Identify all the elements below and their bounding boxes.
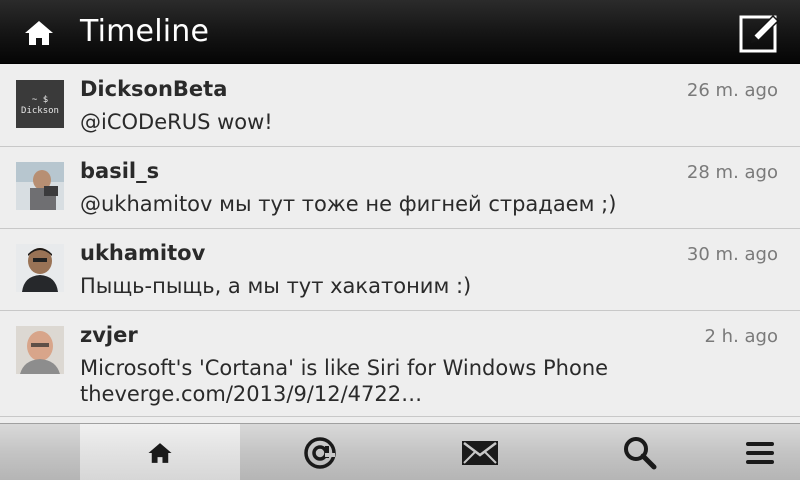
avatar[interactable]: ~ $ Dickson	[16, 80, 64, 128]
home-icon	[25, 21, 53, 45]
tab-mentions[interactable]	[240, 424, 400, 480]
search-icon	[624, 436, 657, 469]
header-home-button[interactable]	[22, 18, 56, 48]
tab-search[interactable]	[560, 424, 720, 480]
tweet-text-line: @iCODeRUS wow!	[80, 110, 273, 134]
tweet-text-line: @ukhamitov мы тут тоже не фигней страдае…	[80, 192, 617, 216]
svg-text:Dickson: Dickson	[21, 106, 59, 116]
list-item[interactable]: ~ $ Dickson DicksonBeta 26 m. ago @iCODe…	[0, 65, 800, 147]
svg-text:~ $: ~ $	[32, 95, 48, 105]
tab-menu[interactable]	[720, 424, 800, 480]
tweet-text: @iCODeRUS wow!	[80, 109, 770, 135]
tweet-link[interactable]: theverge.com/2013/9/12/4722…	[80, 381, 770, 407]
tweet-time: 2 h. ago	[704, 326, 779, 347]
tweet-author[interactable]: ukhamitov	[80, 240, 205, 266]
at-icon	[304, 436, 336, 469]
tab-home[interactable]	[80, 424, 240, 480]
timeline-list[interactable]: ~ $ Dickson DicksonBeta 26 m. ago @iCODe…	[0, 65, 800, 423]
tweet-time: 30 m. ago	[686, 244, 778, 265]
compose-icon	[739, 14, 780, 53]
tweet-time: 26 m. ago	[686, 80, 778, 101]
avatar[interactable]	[16, 162, 64, 210]
tweet-text: Пыщь-пыщь, а мы тут хакатоним :)	[80, 273, 770, 299]
tweet-author[interactable]: DicksonBeta	[80, 76, 227, 102]
list-item[interactable]: zvjer 2 h. ago Microsoft's 'Cortana' is …	[0, 311, 800, 417]
list-item[interactable]: ukhamitov 30 m. ago Пыщь-пыщь, а мы тут …	[0, 229, 800, 311]
app-header: Timeline	[0, 0, 800, 64]
tweet-text-line: Microsoft's 'Cortana' is like Siri for W…	[80, 356, 609, 380]
tweet-text-line: Пыщь-пыщь, а мы тут хакатоним :)	[80, 274, 472, 298]
envelope-icon	[462, 440, 498, 465]
tweet-time: 28 m. ago	[686, 162, 778, 183]
menu-icon	[746, 441, 774, 464]
compose-button[interactable]	[738, 11, 782, 55]
tweet-author[interactable]: zvjer	[80, 322, 138, 348]
bottom-tab-bar	[0, 423, 800, 480]
list-item[interactable]: basil_s 28 m. ago @ukhamitov мы тут тоже…	[0, 147, 800, 229]
tweet-author[interactable]: basil_s	[80, 158, 159, 184]
page-title: Timeline	[80, 14, 210, 49]
tweet-text: Microsoft's 'Cortana' is like Siri for W…	[80, 355, 770, 407]
tab-messages[interactable]	[400, 424, 560, 480]
avatar[interactable]	[16, 244, 64, 292]
avatar[interactable]	[16, 326, 64, 374]
home-icon	[148, 442, 172, 463]
tweet-text: @ukhamitov мы тут тоже не фигней страдае…	[80, 191, 770, 217]
